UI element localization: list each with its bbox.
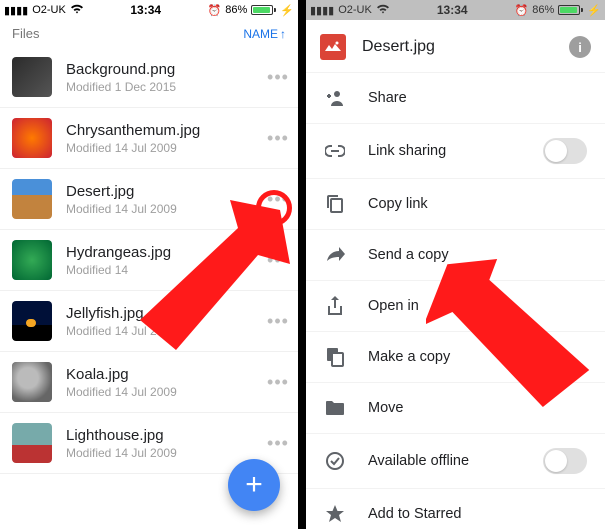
file-modified: Modified 1 Dec 2015	[66, 80, 266, 94]
carrier-label: O2-UK	[32, 4, 66, 16]
wifi-icon	[70, 4, 84, 17]
option-share[interactable]: Share	[306, 72, 605, 123]
file-thumbnail	[12, 118, 52, 158]
option-label: Copy link	[368, 196, 587, 212]
file-modified: Modified 14 Jul 2009	[66, 141, 266, 155]
more-options-icon[interactable]: •••	[266, 250, 290, 271]
arrow-up-icon: ↑	[280, 27, 286, 41]
file-thumbnail	[12, 57, 52, 97]
status-time: 13:34	[437, 3, 468, 17]
file-thumbnail	[12, 423, 52, 463]
file-thumbnail	[12, 362, 52, 402]
file-row[interactable]: Koala.jpg Modified 14 Jul 2009 •••	[0, 352, 298, 413]
option-copy-link[interactable]: Copy link	[306, 178, 605, 229]
person-add-icon	[324, 87, 346, 109]
link-sharing-toggle[interactable]	[543, 138, 587, 164]
info-icon[interactable]: i	[569, 36, 591, 58]
option-link-sharing[interactable]: Link sharing	[306, 123, 605, 178]
files-header-label: Files	[12, 26, 39, 41]
file-list: Background.png Modified 1 Dec 2015 ••• C…	[0, 47, 298, 474]
file-modified: Modified 14 Jul 2009	[66, 324, 266, 338]
file-thumbnail	[12, 240, 52, 280]
file-name: Hydrangeas.jpg	[66, 244, 266, 261]
signal-icon: ▮▮▮▮	[4, 4, 28, 17]
option-move[interactable]: Move	[306, 382, 605, 433]
option-label: Share	[368, 90, 587, 106]
file-name: Background.png	[66, 61, 266, 78]
file-name: Chrysanthemum.jpg	[66, 122, 266, 139]
option-label: Send a copy	[368, 247, 587, 263]
open-in-icon	[324, 295, 346, 317]
battery-pct: 86%	[225, 4, 247, 16]
option-add-starred[interactable]: Add to Starred	[306, 488, 605, 529]
option-label: Open in	[368, 298, 587, 314]
file-modified: Modified 14 Jul 2009	[66, 202, 266, 216]
file-name: Desert.jpg	[66, 183, 266, 200]
option-label: Add to Starred	[368, 506, 587, 522]
wifi-icon	[376, 4, 390, 17]
copy-icon	[324, 193, 346, 215]
file-row[interactable]: Jellyfish.jpg Modified 14 Jul 2009 •••	[0, 291, 298, 352]
option-label: Link sharing	[368, 143, 543, 159]
charging-icon: ⚡	[587, 4, 601, 17]
signal-icon: ▮▮▮▮	[310, 4, 334, 17]
more-options-icon[interactable]: •••	[266, 433, 290, 454]
status-time: 13:34	[130, 3, 161, 17]
file-row[interactable]: Background.png Modified 1 Dec 2015 •••	[0, 47, 298, 108]
option-available-offline[interactable]: Available offline	[306, 433, 605, 488]
option-open-in[interactable]: Open in	[306, 280, 605, 331]
sheet-title: Desert.jpg	[362, 38, 569, 56]
battery-icon	[558, 5, 583, 15]
option-make-copy[interactable]: Make a copy	[306, 331, 605, 382]
option-label: Move	[368, 400, 587, 416]
file-modified: Modified 14 Jul 2009	[66, 385, 266, 399]
files-header: Files NAME ↑	[0, 20, 298, 47]
star-icon	[324, 503, 346, 525]
alarm-icon: ⏰	[515, 4, 529, 17]
file-row[interactable]: Chrysanthemum.jpg Modified 14 Jul 2009 •…	[0, 108, 298, 169]
file-modified: Modified 14 Jul 2009	[66, 446, 266, 460]
more-options-icon[interactable]: •••	[266, 372, 290, 393]
plus-icon: +	[245, 468, 263, 502]
folder-icon	[324, 397, 346, 419]
file-options-sheet: ▮▮▮▮ O2-UK 13:34 ⏰ 86% ⚡ Desert.jpg i Sh…	[306, 0, 605, 529]
status-bar: ▮▮▮▮ O2-UK 13:34 ⏰ 86% ⚡	[306, 0, 605, 20]
more-options-icon[interactable]: •••	[266, 67, 290, 88]
carrier-label: O2-UK	[338, 4, 372, 16]
file-name: Koala.jpg	[66, 366, 266, 383]
file-list-screen: ▮▮▮▮ O2-UK 13:34 ⏰ 86% ⚡ Files NAME ↑ Ba…	[0, 0, 298, 529]
option-label: Available offline	[368, 453, 543, 469]
file-row[interactable]: Hydrangeas.jpg Modified 14 •••	[0, 230, 298, 291]
battery-pct: 86%	[532, 4, 554, 16]
file-name: Jellyfish.jpg	[66, 305, 266, 322]
alarm-icon: ⏰	[208, 4, 222, 17]
file-name: Lighthouse.jpg	[66, 427, 266, 444]
offline-icon	[324, 450, 346, 472]
more-options-icon[interactable]: •••	[266, 189, 290, 210]
file-type-icon	[320, 34, 346, 60]
option-send-copy[interactable]: Send a copy	[306, 229, 605, 280]
sheet-header: Desert.jpg i	[306, 20, 605, 72]
offline-toggle[interactable]	[543, 448, 587, 474]
sort-label: NAME	[243, 27, 278, 41]
file-row[interactable]: Desert.jpg Modified 14 Jul 2009 •••	[0, 169, 298, 230]
link-icon	[324, 140, 346, 162]
file-thumbnail	[12, 301, 52, 341]
more-options-icon[interactable]: •••	[266, 311, 290, 332]
battery-icon	[251, 5, 276, 15]
file-modified: Modified 14	[66, 263, 266, 277]
more-options-icon[interactable]: •••	[266, 128, 290, 149]
options-sheet: Desert.jpg i Share Link sharing Copy lin…	[306, 20, 605, 529]
status-bar: ▮▮▮▮ O2-UK 13:34 ⏰ 86% ⚡	[0, 0, 298, 20]
add-fab[interactable]: +	[228, 459, 280, 511]
file-thumbnail	[12, 179, 52, 219]
send-icon	[324, 244, 346, 266]
option-label: Make a copy	[368, 349, 587, 365]
duplicate-icon	[324, 346, 346, 368]
sort-toggle[interactable]: NAME ↑	[243, 27, 286, 41]
charging-icon: ⚡	[280, 4, 294, 17]
